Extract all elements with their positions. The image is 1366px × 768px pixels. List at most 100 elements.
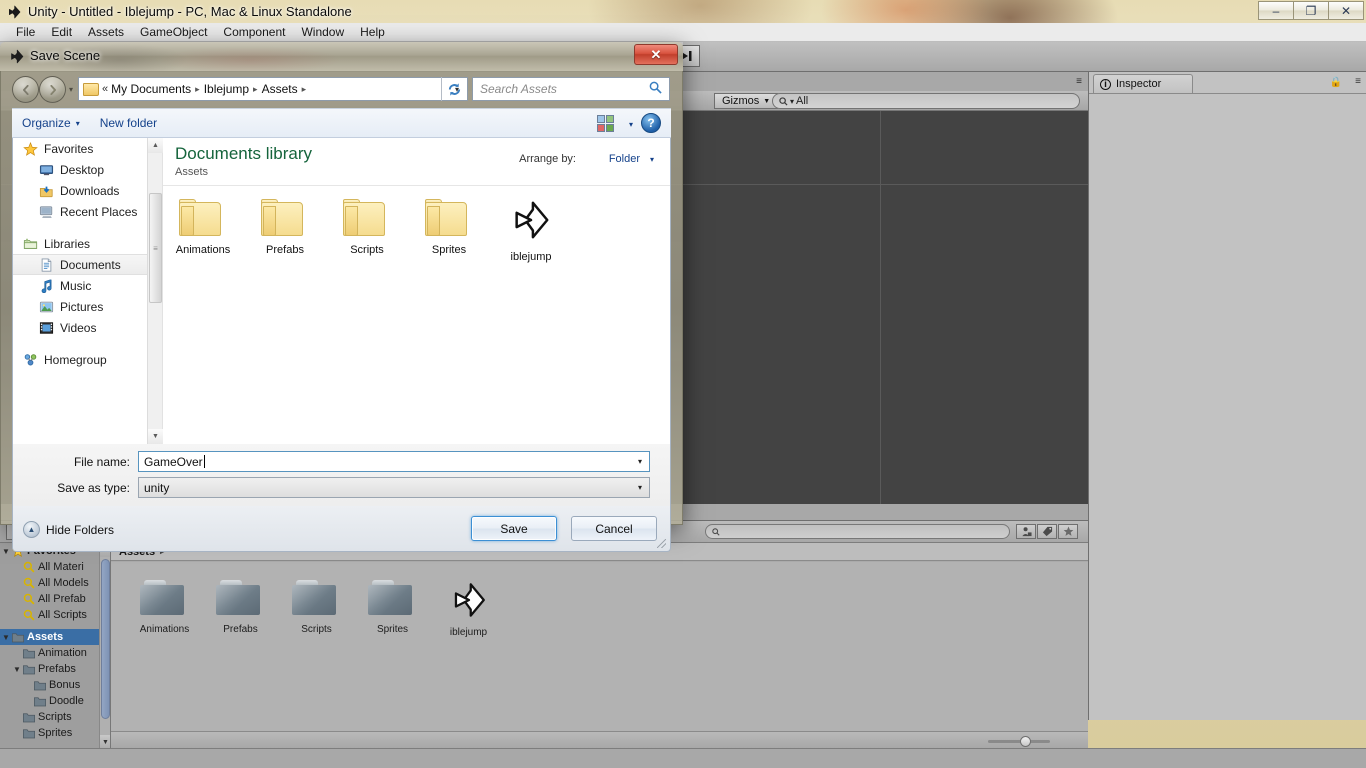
file-item[interactable]: Prefabs	[253, 198, 317, 256]
navpane-item-downloads[interactable]: Downloads	[13, 180, 162, 201]
menu-assets[interactable]: Assets	[80, 23, 132, 41]
breadcrumb-my-documents[interactable]: My Documents	[108, 82, 194, 96]
chevron-down-icon[interactable]: ▾	[638, 483, 642, 492]
breadcrumb-iblejump[interactable]: Iblejump	[201, 82, 252, 96]
savetype-select[interactable]: unity ▾	[138, 477, 650, 498]
navpane-item-libraries[interactable]: Libraries	[13, 233, 162, 254]
help-button[interactable]: ?	[641, 113, 661, 133]
chevron-down-icon[interactable]: ▼	[2, 547, 12, 556]
refresh-button[interactable]	[441, 77, 467, 101]
tree-item-animation[interactable]: Animation	[0, 645, 110, 661]
navpane-item-homegroup[interactable]: Homegroup	[13, 349, 162, 370]
project-item[interactable]: Prefabs	[209, 580, 272, 635]
search-input[interactable]: Search Assets	[472, 77, 670, 101]
tree-item-all-scripts[interactable]: All Scripts	[0, 607, 110, 623]
unity-logo-icon	[8, 5, 21, 19]
scroll-thumb[interactable]	[101, 559, 110, 719]
scroll-thumb[interactable]: ≡	[149, 193, 162, 303]
navpane-item-favorites[interactable]: Favorites	[13, 138, 162, 159]
resize-grip[interactable]	[657, 539, 666, 548]
tree-item-scripts[interactable]: Scripts	[0, 709, 110, 725]
navpane-scrollbar[interactable]: ▲ ≡ ▼	[147, 138, 163, 444]
navpane-item-videos[interactable]: Videos	[13, 317, 162, 338]
file-item[interactable]: Scripts	[335, 198, 399, 256]
navpane-item-desktop[interactable]: Desktop	[13, 159, 162, 180]
icon-size-slider[interactable]	[988, 736, 1050, 747]
panel-menu-icon[interactable]: ≡	[1355, 76, 1361, 87]
project-search-field[interactable]	[705, 524, 1010, 539]
folder-icon	[179, 198, 227, 238]
hide-folders-button[interactable]: ▲ Hide Folders	[23, 521, 114, 538]
tree-item-all-prefab[interactable]: All Prefab	[0, 591, 110, 607]
tree-item-assets[interactable]: ▼ Assets	[0, 629, 110, 645]
tree-item-all-models[interactable]: All Models	[0, 575, 110, 591]
breadcrumb-assets[interactable]: Assets	[259, 82, 301, 96]
project-item[interactable]: iblejump	[437, 580, 500, 638]
tree-item-bonus[interactable]: Bonus	[0, 677, 110, 693]
chevron-down-icon[interactable]: ▼	[2, 633, 12, 642]
chevron-down-icon[interactable]: ▼	[13, 665, 23, 674]
file-item-label: Prefabs	[266, 244, 304, 256]
maximize-button[interactable]: ❐	[1293, 1, 1329, 20]
back-button[interactable]	[12, 76, 39, 103]
slider-knob[interactable]	[1020, 736, 1031, 747]
file-item[interactable]: Animations	[171, 198, 235, 256]
navpane-item-music[interactable]: Music	[13, 275, 162, 296]
menu-help[interactable]: Help	[352, 23, 393, 41]
tree-item-doodle[interactable]: Doodle	[0, 693, 110, 709]
dialog-navbar: ▾ « My Documents ▸ Iblejump ▸ Assets ▸ ▾	[0, 71, 683, 108]
project-item-label: iblejump	[449, 627, 488, 638]
minimize-button[interactable]: –	[1258, 1, 1294, 20]
menu-file[interactable]: File	[8, 23, 43, 41]
file-item[interactable]: iblejump	[499, 198, 563, 263]
favorite-star-icon[interactable]	[1058, 524, 1078, 539]
navpane-item-documents[interactable]: Documents	[13, 254, 162, 275]
organize-button[interactable]: Organize ▾	[12, 109, 90, 137]
tree-item-all-materi[interactable]: All Materi	[0, 559, 110, 575]
project-tree[interactable]: ▼FavoritesAll MateriAll ModelsAll Prefab…	[0, 543, 110, 749]
organize-label: Organize	[22, 116, 71, 130]
cancel-button[interactable]: Cancel	[571, 516, 657, 541]
avatar-filter-icon[interactable]	[1016, 524, 1036, 539]
label-filter-icon[interactable]	[1037, 524, 1057, 539]
close-button[interactable]: ✕	[1328, 1, 1364, 20]
gizmos-dropdown[interactable]: Gizmos ▼	[714, 93, 779, 109]
tab-inspector[interactable]: i Inspector	[1093, 74, 1193, 93]
history-dropdown-icon[interactable]: ▾	[69, 85, 73, 94]
menu-edit[interactable]: Edit	[43, 23, 80, 41]
unity-menubar: File Edit Assets GameObject Component Wi…	[0, 23, 1366, 42]
navpane-item-recent-places[interactable]: Recent Places	[13, 201, 162, 222]
navpane-item-pictures[interactable]: Pictures	[13, 296, 162, 317]
arrange-by-value[interactable]: Folder	[609, 153, 640, 165]
tree-item-prefabs[interactable]: ▼ Prefabs	[0, 661, 110, 677]
view-mode-caret-icon[interactable]: ▾	[629, 120, 633, 129]
save-button[interactable]: Save	[471, 516, 557, 541]
project-item[interactable]: Sprites	[361, 580, 424, 635]
project-tree-scrollbar[interactable]: ▲ ▼	[99, 543, 111, 749]
panel-menu-icon[interactable]: ≡	[1076, 76, 1082, 87]
chevron-down-icon[interactable]: ▾	[638, 457, 642, 466]
menu-component[interactable]: Component	[215, 23, 293, 41]
menu-gameobject[interactable]: GameObject	[132, 23, 215, 41]
filename-input[interactable]: GameOver ▾	[138, 451, 650, 472]
view-mode-button[interactable]	[597, 115, 614, 132]
project-item[interactable]: Animations	[133, 580, 196, 635]
scene-search-field[interactable]: ▾ All	[772, 93, 1080, 109]
file-item[interactable]: Sprites	[417, 198, 481, 256]
tree-item-sprites[interactable]: Sprites	[0, 725, 110, 741]
scroll-down-arrow[interactable]: ▼	[148, 429, 163, 444]
dialog-close-button[interactable]: ✕	[634, 44, 678, 65]
address-bar[interactable]: « My Documents ▸ Iblejump ▸ Assets ▸ ▾	[78, 77, 468, 101]
tag-icon	[1042, 526, 1052, 537]
project-item[interactable]: Scripts	[285, 580, 348, 635]
menu-window[interactable]: Window	[293, 23, 352, 41]
chevron-down-icon[interactable]: ▾	[650, 155, 654, 164]
new-folder-button[interactable]: New folder	[90, 109, 167, 137]
lock-icon[interactable]: 🔒	[1330, 77, 1342, 88]
project-item-label: Scripts	[301, 624, 332, 635]
unity-logo-icon	[454, 583, 485, 617]
scroll-up-arrow[interactable]: ▲	[148, 138, 163, 153]
search-icon	[712, 527, 720, 536]
downloads-icon	[39, 186, 53, 197]
forward-button[interactable]	[39, 76, 66, 103]
